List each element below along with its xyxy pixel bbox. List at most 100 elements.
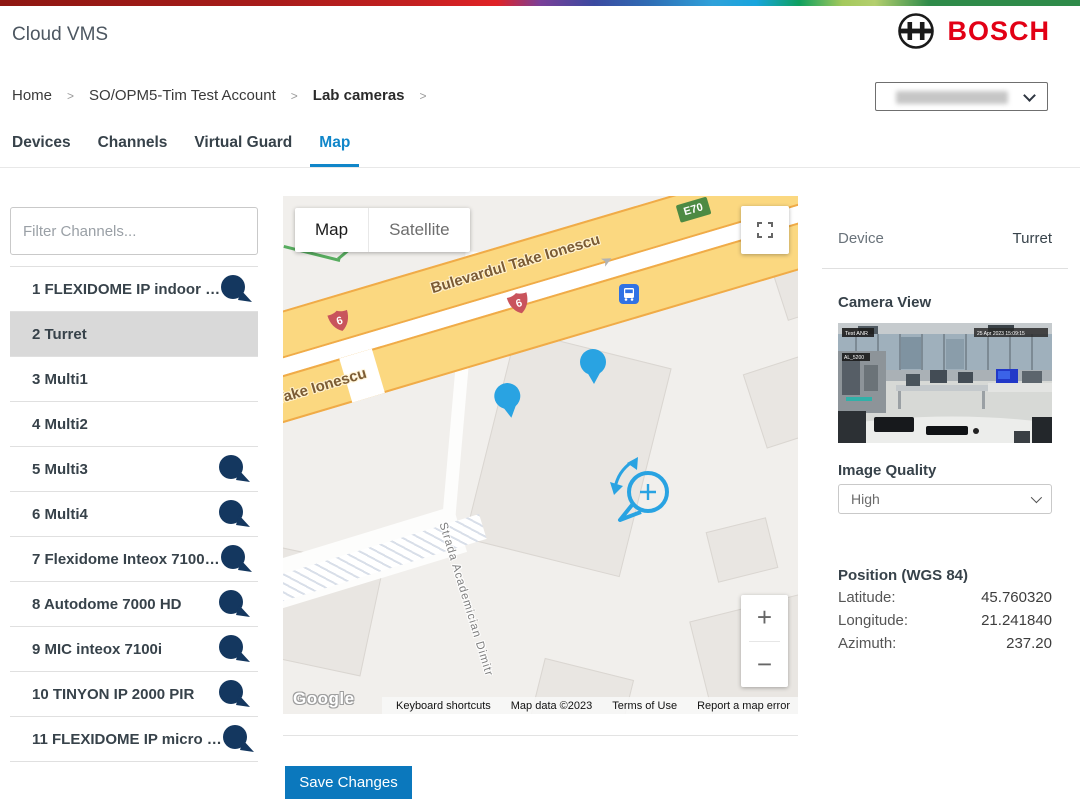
channel-row[interactable]: 10 TINYON IP 2000 PIR (10, 672, 258, 717)
fullscreen-button[interactable] (741, 206, 789, 254)
image-quality-label: Image Quality (838, 462, 936, 479)
map-type-control: Map Satellite (295, 208, 470, 252)
channel-row[interactable]: 11 FLEXIDOME IP micro … (10, 717, 258, 762)
filter-channels-input[interactable] (10, 207, 258, 255)
tab-channels[interactable]: Channels (98, 134, 168, 152)
device-row: Device Turret (838, 230, 1052, 247)
bus-stop-icon[interactable] (619, 284, 639, 304)
bosch-symbol-icon (897, 12, 935, 50)
camera-placed-icon (218, 500, 252, 528)
chevron-down-icon (1023, 89, 1036, 102)
tab-virtual-guard[interactable]: Virtual Guard (194, 134, 292, 152)
channel-row[interactable]: 4 Multi2 (10, 402, 258, 447)
breadcrumb-home[interactable]: Home (12, 87, 52, 104)
tab-devices[interactable]: Devices (12, 134, 71, 152)
camera-placed-icon (220, 545, 254, 573)
channel-label: 9 MIC inteox 7100i (32, 641, 162, 658)
azimuth-row: Azimuth: 237.20 (838, 635, 1052, 658)
longitude-value: 21.241840 (981, 612, 1052, 635)
camera-overlay-timestamp: 25 Apr 2023 15:09:15 (977, 331, 1025, 337)
camera-view-image: Test ANR AL_5200 25 Apr 2023 15:09:15 (838, 323, 1052, 443)
channel-row[interactable]: 5 Multi3 (10, 447, 258, 492)
longitude-label: Longitude: (838, 612, 908, 635)
breadcrumb-separator: > (420, 89, 427, 103)
camera-placed-icon (218, 680, 252, 708)
channel-label: 8 Autodome 7000 HD (32, 596, 181, 613)
map-view-button[interactable]: Map (295, 208, 368, 252)
zoom-control: + − (741, 595, 788, 687)
channel-label: 4 Multi2 (32, 416, 88, 433)
tab-map[interactable]: Map (319, 134, 350, 152)
image-quality-select[interactable]: High (838, 484, 1052, 514)
latitude-value: 45.760320 (981, 589, 1052, 612)
camera-marker[interactable] (491, 381, 526, 421)
device-value: Turret (1013, 230, 1052, 247)
breadcrumb-separator: > (67, 89, 74, 103)
breadcrumb: Home > SO/OPM5-Tim Test Account > Lab ca… (12, 87, 427, 104)
channel-row[interactable]: 7 Flexidome Inteox 7100… (10, 537, 258, 582)
longitude-row: Longitude: 21.241840 (838, 612, 1052, 635)
channel-label: 11 FLEXIDOME IP micro … (32, 731, 222, 748)
camera-placed-icon (220, 275, 254, 303)
channel-row[interactable]: 1 FLEXIDOME IP indoor … (10, 267, 258, 312)
panel-divider (822, 268, 1068, 269)
channel-label: 1 FLEXIDOME IP indoor … (32, 281, 220, 298)
channel-row[interactable]: 6 Multi4 (10, 492, 258, 537)
camera-placed-icon (218, 590, 252, 618)
latitude-row: Latitude: 45.760320 (838, 589, 1052, 612)
channel-list: 1 FLEXIDOME IP indoor … 2 Turret 3 Multi… (10, 266, 258, 762)
bosch-logo: BOSCH (897, 12, 1050, 50)
azimuth-value: 237.20 (1006, 635, 1052, 658)
zoom-in-button[interactable]: + (741, 595, 788, 641)
camera-placed-icon (218, 455, 252, 483)
map-building (743, 351, 798, 448)
camera-marker[interactable] (578, 349, 608, 385)
zoom-out-button[interactable]: − (741, 642, 788, 688)
breadcrumb-current[interactable]: Lab cameras (313, 87, 405, 104)
channel-row[interactable]: 9 MIC inteox 7100i (10, 627, 258, 672)
report-map-error-link[interactable]: Report a map error (697, 700, 790, 712)
chevron-down-icon (1031, 492, 1042, 503)
terms-of-use-link[interactable]: Terms of Use (612, 700, 677, 712)
camera-placed-icon (218, 635, 252, 663)
camera-overlay-secondary: AL_5200 (844, 355, 864, 361)
device-label: Device (838, 230, 884, 247)
keyboard-shortcuts-link[interactable]: Keyboard shortcuts (396, 700, 491, 712)
account-select-redacted-value (896, 91, 1008, 104)
channel-label: 6 Multi4 (32, 506, 88, 523)
map-attribution: Keyboard shortcuts Map data ©2023 Terms … (382, 697, 798, 714)
satellite-view-button[interactable]: Satellite (368, 208, 469, 252)
map-canvas[interactable]: Strada Academician Dimitr Bulevardul Tak… (283, 196, 798, 714)
breadcrumb-separator: > (291, 89, 298, 103)
position-table: Latitude: 45.760320 Longitude: 21.241840… (838, 589, 1052, 658)
active-camera-marker[interactable] (602, 450, 682, 530)
tab-bar-divider (0, 167, 1080, 168)
position-title: Position (WGS 84) (838, 567, 968, 584)
tab-bar: Devices Channels Virtual Guard Map (12, 134, 350, 152)
channel-row[interactable]: 8 Autodome 7000 HD (10, 582, 258, 627)
camera-view-title: Camera View (838, 294, 931, 311)
breadcrumb-account[interactable]: SO/OPM5-Tim Test Account (89, 87, 276, 104)
map-building (706, 517, 779, 582)
channel-label: 3 Multi1 (32, 371, 88, 388)
channel-label: 2 Turret (32, 326, 87, 343)
channel-label: 10 TINYON IP 2000 PIR (32, 686, 194, 703)
account-select[interactable] (875, 82, 1048, 111)
bosch-supergraphic-bar (0, 0, 1080, 6)
footer-divider (283, 735, 798, 736)
map-data-copyright: Map data ©2023 (511, 700, 593, 712)
bosch-wordmark: BOSCH (947, 16, 1050, 47)
camera-overlay-name: Test ANR (845, 331, 868, 337)
channel-label: 7 Flexidome Inteox 7100… (32, 551, 220, 568)
azimuth-label: Azimuth: (838, 635, 896, 658)
channel-row[interactable]: 2 Turret (10, 312, 258, 357)
camera-placed-icon (222, 725, 256, 753)
app-title: Cloud VMS (12, 24, 108, 46)
save-changes-button[interactable]: Save Changes (285, 766, 412, 799)
channel-row[interactable]: 3 Multi1 (10, 357, 258, 402)
latitude-label: Latitude: (838, 589, 896, 612)
channel-label: 5 Multi3 (32, 461, 88, 478)
fullscreen-icon (756, 221, 774, 239)
image-quality-value: High (851, 491, 880, 507)
google-logo[interactable]: Google (293, 689, 355, 709)
